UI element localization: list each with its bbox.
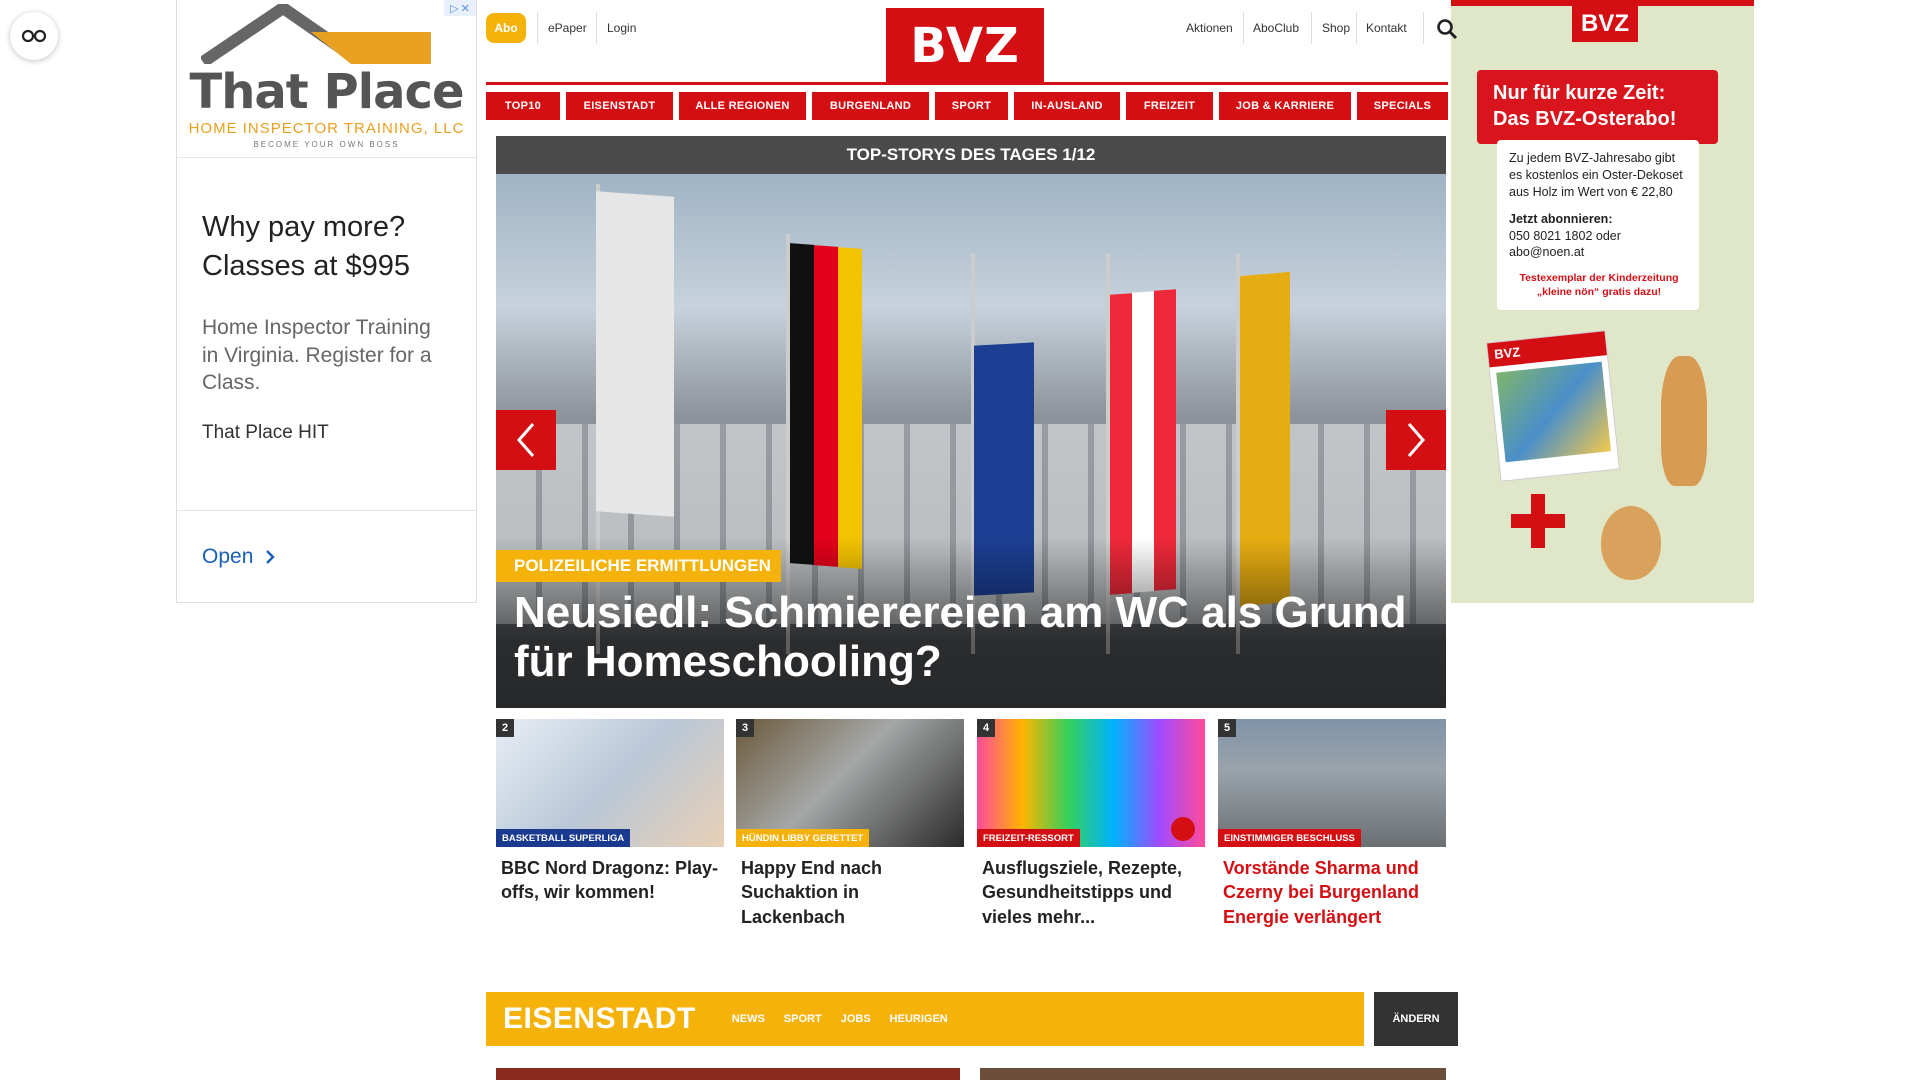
- ad-bunny-image: [1661, 356, 1707, 486]
- ad-offer-text: Zu jedem BVZ-Jahresabo gibt es kostenlos…: [1509, 151, 1683, 199]
- teaser-title[interactable]: Vorstände Sharma und Czerny bei Burgenla…: [1218, 847, 1446, 929]
- teaser-card[interactable]: 5 EINSTIMMIGER BESCHLUSS Vorstände Sharm…: [1218, 719, 1446, 929]
- teaser-number: 3: [736, 719, 754, 737]
- teaser-card[interactable]: 4 FREIZEIT-RESSORT Ausflugsziele, Rezept…: [977, 719, 1205, 929]
- teaser-number: 4: [977, 719, 995, 737]
- nav-link-kontakt[interactable]: Kontakt: [1366, 13, 1407, 43]
- ad-brand: That Place: [189, 64, 465, 120]
- ad-left[interactable]: ▷ ✕ That Place HOME INSPECTOR TRAINING, L…: [176, 0, 477, 603]
- teaser-kicker: EINSTIMMIGER BESCHLUSS: [1218, 829, 1361, 847]
- teaser-card[interactable]: 3 HÜNDIN LIBBY GERETTET Happy End nach S…: [736, 719, 964, 929]
- login-link[interactable]: Login: [607, 13, 636, 43]
- ad-open-button[interactable]: Open: [177, 510, 476, 602]
- hero-kicker: POLIZEILICHE ERMITTLUNGEN: [496, 550, 781, 582]
- article-image[interactable]: [980, 1068, 1446, 1080]
- ad-headline[interactable]: Why pay more? Classes at $995: [177, 158, 476, 286]
- nav-link-aboclub[interactable]: AboClub: [1253, 13, 1299, 43]
- nav-item-burgenland[interactable]: BURGENLAND: [812, 92, 929, 120]
- hero-headline[interactable]: Neusiedl: Schmierereien am WC als Grund …: [514, 588, 1434, 687]
- change-region-button[interactable]: ÄNDERN: [1374, 992, 1458, 1046]
- ad-bvz-logo: BVZ: [1572, 6, 1638, 42]
- divider: [1311, 12, 1312, 44]
- flag-black: [790, 243, 814, 565]
- ad-brand-tag: BECOME YOUR OWN BOSS: [253, 140, 400, 149]
- nav-item-specials[interactable]: SPECIALS: [1357, 92, 1448, 120]
- plus-icon: [1511, 494, 1565, 548]
- ad-osterabo-banner: Nur für kurze Zeit: Das BVZ-Osterabo!: [1477, 70, 1718, 144]
- teaser-number: 5: [1218, 719, 1236, 737]
- slider-next-button[interactable]: [1386, 410, 1446, 470]
- flag-pannoneum: [596, 191, 674, 517]
- teaser-kicker: BASKETBALL SUPERLIGA: [496, 829, 631, 847]
- header: Abo ePaper Login BVZ Aktionen AboClub Sh…: [486, 8, 1458, 84]
- ad-description: Home Inspector Training in Virginia. Reg…: [202, 316, 432, 394]
- teaser-title[interactable]: Ausflugsziele, Rezepte, Gesundheitstipps…: [977, 847, 1205, 929]
- nav-item-freizeit[interactable]: FREIZEIT: [1126, 92, 1213, 120]
- ad-magazine-image: BVZ: [1486, 330, 1620, 482]
- ad-advertiser: That Place HIT: [202, 422, 329, 444]
- section-link-news[interactable]: NEWS: [732, 1013, 765, 1025]
- hero-slide[interactable]: POLIZEILICHE ERMITTLUNGEN Neusiedl: Schm…: [496, 174, 1446, 708]
- divider: [1356, 12, 1357, 44]
- header-divider: [486, 82, 1448, 85]
- epaper-link[interactable]: ePaper: [548, 13, 587, 43]
- reader-mode-button[interactable]: [10, 12, 58, 60]
- top-stories-header: TOP-STORYS DES TAGES 1/12: [496, 136, 1446, 174]
- nav-item-job-karriere[interactable]: JOB & KARRIERE: [1219, 92, 1351, 120]
- article-image[interactable]: [496, 1068, 960, 1080]
- ad-right[interactable]: BVZ Nur für kurze Zeit: Das BVZ-Osterabo…: [1451, 0, 1754, 603]
- teaser-image: 5 EINSTIMMIGER BESCHLUSS: [1218, 719, 1446, 847]
- teaser-image: 3 HÜNDIN LIBBY GERETTET: [736, 719, 964, 847]
- abo-button[interactable]: Abo: [486, 13, 526, 43]
- adchoices-icon[interactable]: ▷ ✕: [444, 0, 476, 16]
- teaser-image: 2 BASKETBALL SUPERLIGA: [496, 719, 724, 847]
- divider: [1243, 12, 1244, 44]
- nav-item-top10[interactable]: TOP10: [486, 92, 560, 120]
- ad-logo-area: ▷ ✕ That Place HOME INSPECTOR TRAINING, L…: [177, 0, 476, 158]
- ad-osterabo-card: Zu jedem BVZ-Jahresabo gibt es kostenlos…: [1497, 140, 1699, 310]
- ad-cta-label: Jetzt abonnieren:: [1509, 211, 1613, 226]
- flag-red: [814, 245, 838, 567]
- teaser-title[interactable]: BBC Nord Dragonz: Play-offs, wir kommen!: [496, 847, 724, 905]
- chevron-left-icon: [517, 423, 535, 457]
- house-roof-icon: [201, 4, 431, 64]
- nav-item-in-ausland[interactable]: IN-AUSLAND: [1014, 92, 1120, 120]
- teaser-image: 4 FREIZEIT-RESSORT: [977, 719, 1205, 847]
- divider: [596, 12, 597, 44]
- nav-link-shop[interactable]: Shop: [1322, 13, 1350, 43]
- section-link-jobs[interactable]: JOBS: [841, 1013, 871, 1025]
- teaser-card[interactable]: 2 BASKETBALL SUPERLIGA BBC Nord Dragonz:…: [496, 719, 724, 905]
- divider: [1423, 12, 1424, 44]
- bvz-logo[interactable]: BVZ: [886, 8, 1044, 84]
- glasses-icon: [21, 29, 47, 43]
- chevron-right-icon: [1407, 423, 1425, 457]
- section-title[interactable]: EISENSTADT: [503, 1002, 696, 1036]
- section-header-eisenstadt: EISENSTADT NEWS SPORT JOBS HEURIGEN: [486, 992, 1364, 1046]
- nav-item-alle-regionen[interactable]: ALLE REGIONEN: [679, 92, 806, 120]
- ad-brand-sub: HOME INSPECTOR TRAINING, LLC: [188, 120, 465, 137]
- ad-egg-image: [1601, 506, 1661, 580]
- slider-prev-button[interactable]: [496, 410, 556, 470]
- ad-note: Testexemplar der Kinderzeitung „kleine n…: [1519, 272, 1679, 299]
- teaser-kicker: HÜNDIN LIBBY GERETTET: [736, 829, 870, 847]
- ad-contact: 050 8021 1802 oder abo@noen.at: [1509, 228, 1621, 260]
- divider: [537, 12, 538, 44]
- ad-open-label: Open: [202, 544, 254, 568]
- main-nav: TOP10 EISENSTADT ALLE REGIONEN BURGENLAN…: [486, 92, 1448, 120]
- search-icon[interactable]: [1436, 18, 1458, 40]
- nav-item-sport[interactable]: SPORT: [935, 92, 1008, 120]
- section-link-heurigen[interactable]: HEURIGEN: [890, 1013, 948, 1025]
- nav-item-eisenstadt[interactable]: EISENSTADT: [566, 92, 673, 120]
- teaser-title[interactable]: Happy End nach Suchaktion in Lackenbach: [736, 847, 964, 929]
- chevron-right-icon: [266, 549, 276, 564]
- teaser-number: 2: [496, 719, 514, 737]
- flag-gold: [838, 247, 862, 569]
- nav-link-aktionen[interactable]: Aktionen: [1186, 13, 1233, 43]
- section-link-sport[interactable]: SPORT: [784, 1013, 822, 1025]
- camera-icon: [1171, 817, 1195, 841]
- teaser-kicker: FREIZEIT-RESSORT: [977, 829, 1080, 847]
